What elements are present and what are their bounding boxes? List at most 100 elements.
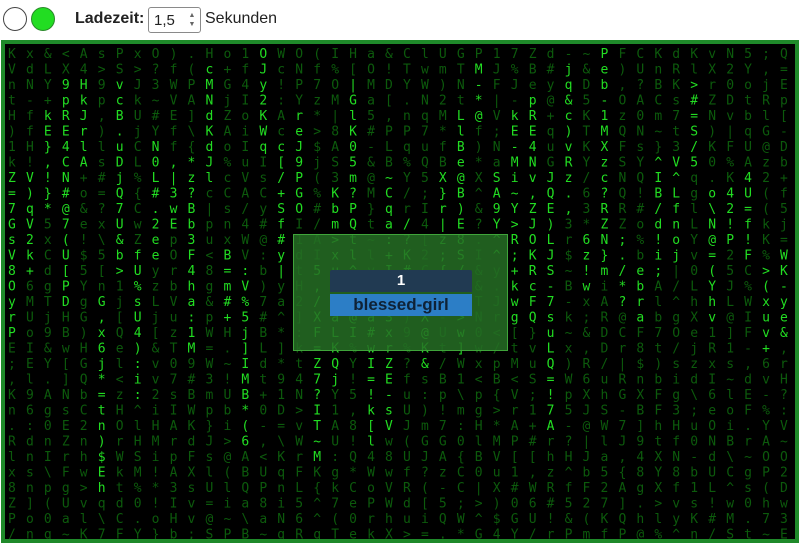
rain-glyph: R — [403, 481, 411, 496]
rain-glyph: B — [62, 326, 70, 341]
rain-glyph: - — [565, 419, 573, 434]
rain-glyph: n — [98, 280, 106, 295]
rain-glyph: x — [98, 218, 106, 233]
rain-glyph: | — [619, 357, 627, 372]
rain-glyph: @ — [726, 311, 734, 326]
rain-glyph: i — [241, 125, 249, 140]
rain-glyph: @ — [619, 311, 627, 326]
rain-glyph: W — [385, 497, 393, 512]
indicator-on-circle[interactable] — [31, 7, 55, 31]
rain-glyph: X — [475, 171, 483, 186]
indicator-off-circle[interactable] — [3, 7, 27, 31]
rain-glyph: & — [583, 63, 591, 78]
rain-glyph: V — [26, 171, 34, 186]
rain-glyph: C — [457, 481, 465, 496]
rain-glyph: , — [385, 109, 393, 124]
rain-glyph: X — [708, 63, 716, 78]
load-time-value[interactable]: 1,5 — [154, 12, 175, 29]
rain-glyph: r — [744, 435, 752, 450]
rain-glyph: H — [206, 47, 214, 62]
rain-glyph: M — [367, 78, 375, 93]
rain-glyph: E — [511, 125, 519, 140]
rain-glyph: { — [134, 187, 142, 202]
rain-glyph: f — [439, 140, 447, 155]
rain-glyph: g — [636, 481, 644, 496]
rain-glyph: j — [224, 94, 232, 109]
stepper-arrows[interactable]: ▲ ▼ — [187, 11, 197, 29]
rain-glyph: 5 — [565, 404, 573, 419]
rain-glyph: s — [259, 171, 267, 186]
stepper-down-icon[interactable]: ▼ — [187, 20, 197, 29]
rain-glyph: H — [780, 373, 788, 388]
rain-glyph: ? — [313, 388, 321, 403]
rain-glyph: n — [690, 528, 698, 540]
rain-glyph: n — [98, 419, 106, 434]
rain-glyph: g — [511, 311, 519, 326]
stepper-up-icon[interactable]: ▲ — [187, 11, 197, 20]
rain-glyph: R — [672, 63, 680, 78]
rain-glyph: 3 — [583, 202, 591, 217]
rain-glyph: = — [224, 264, 232, 279]
rain-glyph: o — [367, 481, 375, 496]
rain-glyph: 5 — [421, 171, 429, 186]
rain-glyph: v — [762, 326, 770, 341]
rain-glyph: ~ — [565, 326, 573, 341]
rain-glyph: > — [295, 404, 303, 419]
rain-glyph: % — [636, 233, 644, 248]
rain-glyph: 9 — [188, 357, 196, 372]
rain-glyph: C — [654, 94, 662, 109]
rain-glyph: d — [26, 63, 34, 78]
load-time-stepper[interactable]: 1,5 ▲ ▼ — [148, 7, 201, 33]
rain-glyph: Q — [349, 450, 357, 465]
rain-glyph: ] — [188, 109, 196, 124]
rain-glyph: v — [80, 497, 88, 512]
rain-glyph: / — [619, 264, 627, 279]
rain-glyph: p — [439, 388, 447, 403]
rain-glyph: ! — [708, 497, 716, 512]
rain-glyph: W — [744, 295, 752, 310]
rain-glyph: 0 — [44, 419, 52, 434]
rain-glyph: ! — [277, 78, 285, 93]
rain-glyph: * — [583, 218, 591, 233]
rain-glyph: , — [259, 435, 267, 450]
rain-glyph: Z — [134, 233, 142, 248]
rain-glyph: r — [547, 435, 555, 450]
rain-glyph: ( — [241, 419, 249, 434]
rain-glyph: U — [206, 481, 214, 496]
rain-glyph: o — [224, 140, 232, 155]
rain-glyph: } — [206, 419, 214, 434]
rain-glyph: G — [457, 47, 465, 62]
rain-glyph: Q — [619, 512, 627, 527]
rain-glyph: K — [80, 528, 88, 540]
rain-glyph: 2 — [152, 218, 160, 233]
rain-glyph: s — [8, 233, 16, 248]
rain-glyph: % — [726, 156, 734, 171]
rain-glyph: w — [726, 497, 734, 512]
rain-glyph: 6 — [295, 512, 303, 527]
rain-glyph: b — [259, 264, 267, 279]
rain-glyph: 1 — [8, 140, 16, 155]
rain-glyph: P — [62, 280, 70, 295]
rain-glyph: ; — [511, 249, 519, 264]
rain-glyph: A — [241, 187, 249, 202]
rain-glyph: ] — [726, 326, 734, 341]
rain-glyph: l — [98, 140, 106, 155]
rain-glyph: 3 — [170, 481, 178, 496]
rain-glyph: G — [295, 187, 303, 202]
rain-glyph: g — [277, 528, 285, 540]
rain-glyph: N — [295, 388, 303, 403]
rain-glyph: # — [259, 311, 267, 326]
rain-glyph: 6 — [583, 187, 591, 202]
rain-glyph: q — [44, 528, 52, 540]
rain-glyph: v — [188, 512, 196, 527]
rain-glyph: % — [762, 249, 770, 264]
rain-glyph: 3 — [331, 171, 339, 186]
rain-glyph: D — [277, 404, 285, 419]
rain-glyph: u — [529, 357, 537, 372]
rain-glyph: z — [439, 466, 447, 481]
rain-glyph: J — [583, 450, 591, 465]
rain-glyph: ; — [690, 404, 698, 419]
rain-glyph: P — [475, 47, 483, 62]
rain-glyph: B — [259, 326, 267, 341]
rain-glyph: ] — [62, 373, 70, 388]
